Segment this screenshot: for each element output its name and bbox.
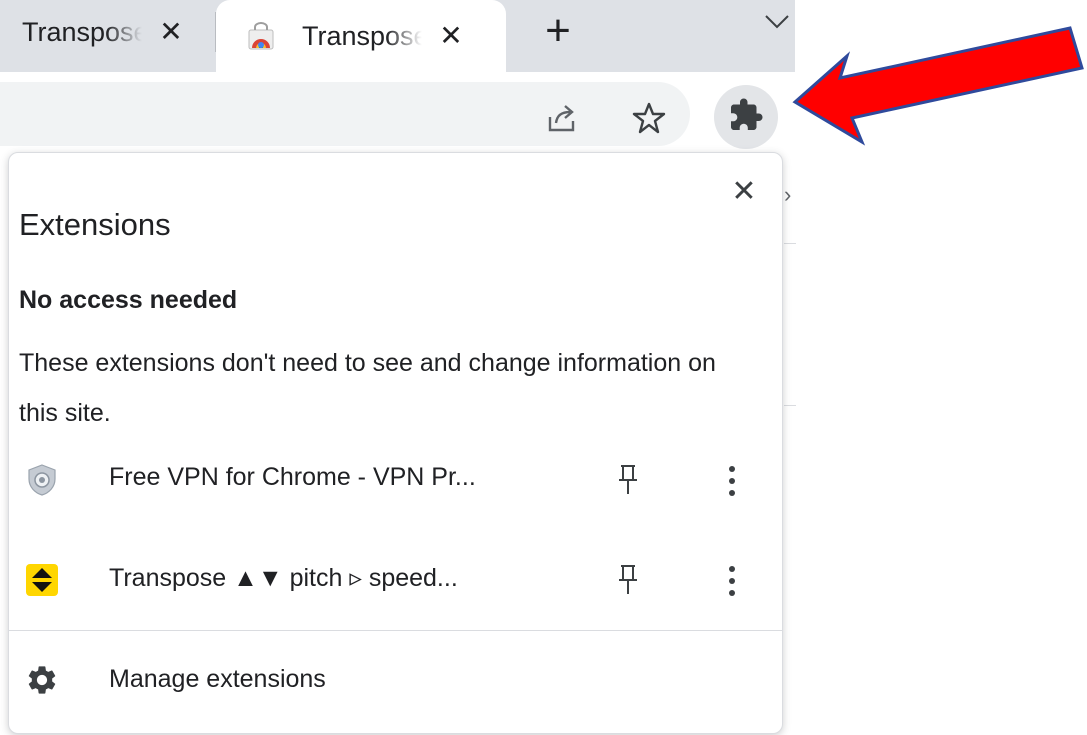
tab-title: Transpose ▲▼ pitch ▹ speed: [22, 16, 142, 47]
tab-inactive[interactable]: Transpose ▲▼ pitch ▹ speed ✕: [0, 12, 216, 52]
tab-strip: Transpose ▲▼ pitch ▹ speed ✕ Transpose ▲…: [0, 0, 795, 72]
tab-close-button[interactable]: ✕: [156, 18, 186, 46]
page-fragment-glyph: ›: [784, 182, 792, 207]
popup-title: Extensions: [19, 207, 171, 242]
red-arrow-annotation: [790, 16, 1087, 146]
page-divider: [784, 243, 796, 244]
extension-name: Free VPN for Chrome - VPN Pr...: [109, 463, 476, 491]
extension-row-vpn[interactable]: Free VPN for Chrome - VPN Pr...: [9, 441, 782, 521]
close-button[interactable]: ✕: [729, 177, 759, 207]
pin-icon[interactable]: [615, 563, 641, 597]
address-bar[interactable]: [0, 82, 690, 146]
extensions-button[interactable]: [714, 85, 778, 149]
extensions-popup: ✕ Extensions No access needed These exte…: [8, 152, 783, 734]
pin-icon[interactable]: [615, 463, 641, 497]
more-options-icon[interactable]: [717, 461, 747, 501]
gear-icon: [25, 663, 59, 697]
popup-divider: [9, 630, 782, 631]
chrome-web-store-icon: [246, 21, 276, 51]
new-tab-button[interactable]: +: [530, 6, 586, 56]
tab-title: Transpose ▲▼ pitch ▹ speed: [302, 20, 422, 51]
manage-extensions-label: Manage extensions: [109, 665, 326, 693]
tab-close-button[interactable]: ✕: [436, 22, 466, 50]
tab-search-chevron-icon[interactable]: [762, 8, 792, 38]
star-icon[interactable]: [632, 101, 666, 135]
more-options-icon[interactable]: [717, 561, 747, 601]
tab-active[interactable]: Transpose ▲▼ pitch ▹ speed ✕: [216, 0, 506, 72]
toolbar: [0, 72, 795, 154]
puzzle-icon: [728, 97, 764, 138]
section-description: These extensions don't need to see and c…: [19, 349, 716, 427]
section-heading: No access needed: [19, 286, 238, 314]
vpn-shield-icon: [25, 463, 59, 497]
extension-row-transpose[interactable]: Transpose ▲▼ pitch ▹ speed...: [9, 541, 782, 621]
page-divider: [784, 405, 796, 406]
extension-name: Transpose ▲▼ pitch ▹ speed...: [109, 564, 458, 592]
screenshot-stage: Transpose ▲▼ pitch ▹ speed ✕ Transpose ▲…: [0, 0, 1087, 735]
share-icon[interactable]: [545, 101, 579, 135]
transpose-icon: [25, 563, 59, 597]
manage-extensions-button[interactable]: Manage extensions: [9, 643, 782, 723]
